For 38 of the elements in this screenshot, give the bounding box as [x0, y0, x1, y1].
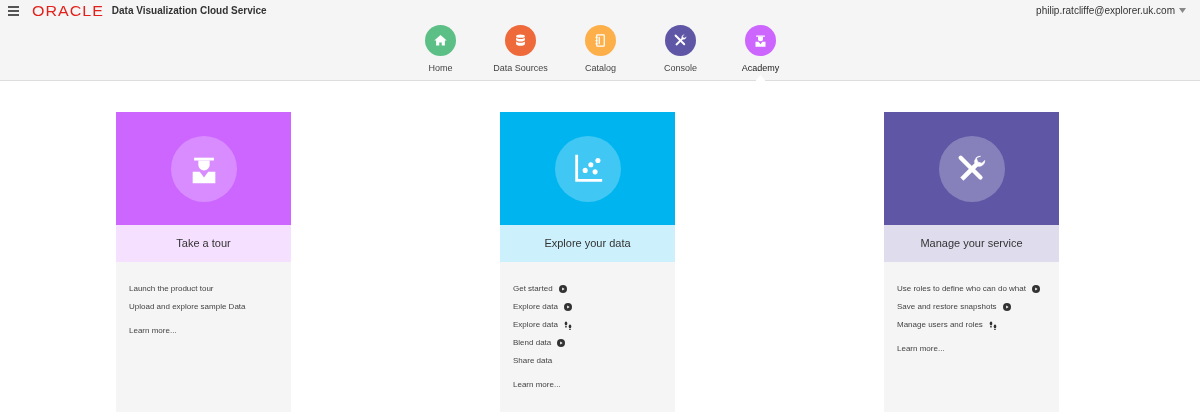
nav-item[interactable]: Data Sources [480, 25, 561, 80]
card-link[interactable]: Manage users and roles [897, 319, 983, 331]
brand-logo: ORACLE [32, 3, 104, 18]
play-icon[interactable] [1031, 285, 1040, 293]
learn-more-link[interactable]: Learn more... [897, 343, 1046, 355]
card-link[interactable]: Get started [513, 283, 553, 295]
caret-icon[interactable] [1179, 8, 1186, 13]
home-icon [433, 33, 448, 48]
nav-item[interactable]: Home [400, 25, 481, 80]
card-link[interactable]: Use roles to define who can do what [897, 283, 1026, 295]
footsteps-icon[interactable] [563, 320, 572, 330]
learn-more-link[interactable]: Learn more... [129, 325, 278, 337]
user-menu[interactable]: philip.ratcliffe@explorer.uk.com [1036, 3, 1175, 18]
card-title[interactable]: Take a tour [116, 225, 291, 262]
card-link[interactable]: Share data [513, 355, 553, 367]
card-link[interactable]: Save and restore snapshots [897, 301, 997, 313]
card-link[interactable]: Explore data [513, 319, 558, 331]
nav-item[interactable]: Console [640, 25, 721, 80]
nav-item[interactable]: Academy [720, 25, 801, 80]
nav-item[interactable]: Catalog [560, 25, 641, 80]
play-icon[interactable] [563, 303, 572, 311]
menu-icon[interactable] [8, 5, 19, 16]
play-icon[interactable] [1002, 303, 1011, 311]
tools-icon [673, 33, 688, 48]
graduate-icon [753, 33, 768, 48]
play-icon[interactable] [558, 285, 567, 293]
database-icon [513, 33, 528, 48]
notebook-icon [593, 33, 608, 48]
product-name: Data Visualization Cloud Service [111, 4, 267, 18]
card-title[interactable]: Manage your service [884, 225, 1059, 262]
card-link[interactable]: Launch the product tour [129, 283, 214, 295]
play-icon[interactable] [557, 339, 566, 347]
footsteps-icon[interactable] [988, 320, 997, 330]
card-title[interactable]: Explore your data [500, 225, 675, 262]
learn-more-link[interactable]: Learn more... [513, 379, 662, 391]
card-link[interactable]: Blend data [513, 337, 552, 349]
card-link[interactable]: Upload and explore sample Data [129, 301, 246, 313]
card-link[interactable]: Explore data [513, 301, 558, 313]
